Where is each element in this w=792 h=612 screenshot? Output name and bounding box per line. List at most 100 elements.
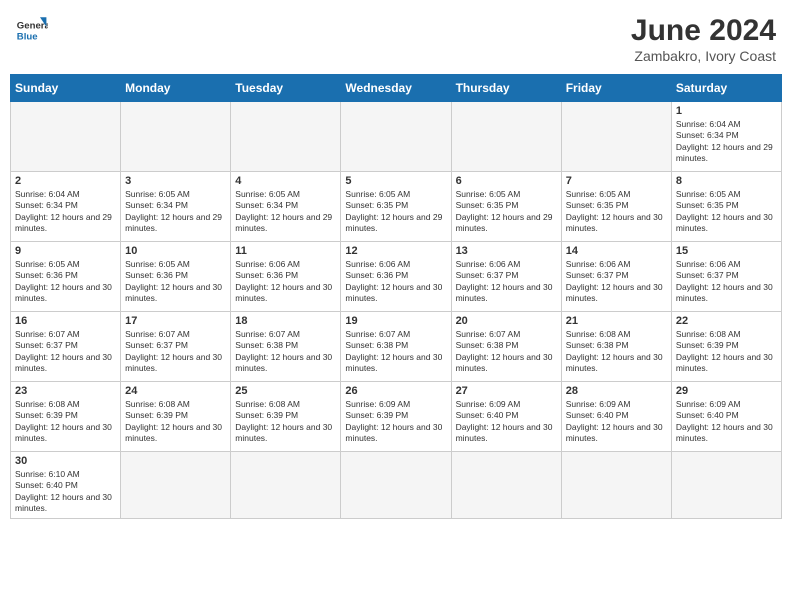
calendar-cell: 6 Sunrise: 6:05 AMSunset: 6:35 PMDaylight… — [451, 172, 561, 242]
day-info: Sunrise: 6:06 AMSunset: 6:37 PMDaylight:… — [566, 259, 667, 305]
calendar-title: June 2024 — [631, 14, 776, 48]
calendar-cell: 13 Sunrise: 6:06 AMSunset: 6:37 PMDayligh… — [451, 242, 561, 312]
day-number: 5 — [345, 175, 446, 187]
calendar-cell: 12 Sunrise: 6:06 AMSunset: 6:36 PMDayligh… — [341, 242, 451, 312]
day-info: Sunrise: 6:07 AMSunset: 6:38 PMDaylight:… — [235, 329, 336, 375]
day-number: 15 — [676, 245, 777, 257]
calendar-cell: 11 Sunrise: 6:06 AMSunset: 6:36 PMDayligh… — [231, 242, 341, 312]
calendar-week-4: 16 Sunrise: 6:07 AMSunset: 6:37 PMDayligh… — [11, 312, 782, 382]
day-number: 4 — [235, 175, 336, 187]
calendar-cell: 17 Sunrise: 6:07 AMSunset: 6:37 PMDayligh… — [121, 312, 231, 382]
day-info: Sunrise: 6:06 AMSunset: 6:37 PMDaylight:… — [456, 259, 557, 305]
calendar-cell — [451, 452, 561, 519]
calendar-cell: 8 Sunrise: 6:05 AMSunset: 6:35 PMDaylight… — [671, 172, 781, 242]
calendar-cell: 5 Sunrise: 6:05 AMSunset: 6:35 PMDaylight… — [341, 172, 451, 242]
calendar-cell: 21Sunrise: 6:08 AMSunset: 6:38 PMDayligh… — [561, 312, 671, 382]
day-number: 30 — [15, 455, 116, 467]
day-info: Sunrise: 6:07 AMSunset: 6:38 PMDaylight:… — [456, 329, 557, 375]
day-info: Sunrise: 6:05 AMSunset: 6:34 PMDaylight:… — [235, 189, 336, 235]
day-number: 14 — [566, 245, 667, 257]
day-number: 22 — [676, 315, 777, 327]
day-number: 16 — [15, 315, 116, 327]
day-number: 27 — [456, 385, 557, 397]
calendar-cell: 29Sunrise: 6:09 AMSunset: 6:40 PMDayligh… — [671, 382, 781, 452]
calendar-cell — [121, 102, 231, 172]
day-info: Sunrise: 6:09 AMSunset: 6:40 PMDaylight:… — [676, 399, 777, 445]
weekday-header-wednesday: Wednesday — [341, 75, 451, 102]
day-info: Sunrise: 6:09 AMSunset: 6:39 PMDaylight:… — [345, 399, 446, 445]
calendar-cell: 25 Sunrise: 6:08 AMSunset: 6:39 PMDayligh… — [231, 382, 341, 452]
calendar-cell: 16 Sunrise: 6:07 AMSunset: 6:37 PMDayligh… — [11, 312, 121, 382]
day-number: 9 — [15, 245, 116, 257]
day-number: 3 — [125, 175, 226, 187]
day-number: 28 — [566, 385, 667, 397]
day-number: 8 — [676, 175, 777, 187]
weekday-header-friday: Friday — [561, 75, 671, 102]
calendar-week-2: 2Sunrise: 6:04 AMSunset: 6:34 PMDaylight… — [11, 172, 782, 242]
day-info: Sunrise: 6:09 AMSunset: 6:40 PMDaylight:… — [566, 399, 667, 445]
weekday-header-sunday: Sunday — [11, 75, 121, 102]
day-info: Sunrise: 6:06 AMSunset: 6:36 PMDaylight:… — [235, 259, 336, 305]
calendar-cell — [451, 102, 561, 172]
logo-icon: GeneralBlue — [16, 14, 48, 46]
calendar-cell: 10 Sunrise: 6:05 AMSunset: 6:36 PMDayligh… — [121, 242, 231, 312]
calendar-cell: 27Sunrise: 6:09 AMSunset: 6:40 PMDayligh… — [451, 382, 561, 452]
day-info: Sunrise: 6:06 AMSunset: 6:37 PMDaylight:… — [676, 259, 777, 305]
day-info: Sunrise: 6:05 AMSunset: 6:35 PMDaylight:… — [345, 189, 446, 235]
calendar-cell: 18 Sunrise: 6:07 AMSunset: 6:38 PMDayligh… — [231, 312, 341, 382]
weekday-header-monday: Monday — [121, 75, 231, 102]
header: GeneralBlue June 2024 Zambakro, Ivory Co… — [10, 10, 782, 68]
calendar-cell: 20 Sunrise: 6:07 AMSunset: 6:38 PMDayligh… — [451, 312, 561, 382]
day-info: Sunrise: 6:05 AMSunset: 6:35 PMDaylight:… — [566, 189, 667, 235]
day-number: 17 — [125, 315, 226, 327]
calendar-cell: 2Sunrise: 6:04 AMSunset: 6:34 PMDaylight… — [11, 172, 121, 242]
day-info: Sunrise: 6:08 AMSunset: 6:39 PMDaylight:… — [235, 399, 336, 445]
day-info: Sunrise: 6:05 AMSunset: 6:36 PMDaylight:… — [125, 259, 226, 305]
day-info: Sunrise: 6:06 AMSunset: 6:36 PMDaylight:… — [345, 259, 446, 305]
calendar-cell: 1 Sunrise: 6:04 AMSunset: 6:34 PMDaylight… — [671, 102, 781, 172]
day-number: 25 — [235, 385, 336, 397]
day-info: Sunrise: 6:05 AMSunset: 6:35 PMDaylight:… — [676, 189, 777, 235]
day-info: Sunrise: 6:04 AMSunset: 6:34 PMDaylight:… — [676, 119, 777, 165]
day-number: 13 — [456, 245, 557, 257]
calendar-cell: 23 Sunrise: 6:08 AMSunset: 6:39 PMDayligh… — [11, 382, 121, 452]
calendar-cell — [561, 452, 671, 519]
calendar-subtitle: Zambakro, Ivory Coast — [631, 48, 776, 64]
calendar-cell: 4 Sunrise: 6:05 AMSunset: 6:34 PMDaylight… — [231, 172, 341, 242]
day-info: Sunrise: 6:10 AMSunset: 6:40 PMDaylight:… — [15, 469, 116, 515]
weekday-header-row: SundayMondayTuesdayWednesdayThursdayFrid… — [11, 75, 782, 102]
day-number: 20 — [456, 315, 557, 327]
calendar-cell: 15 Sunrise: 6:06 AMSunset: 6:37 PMDayligh… — [671, 242, 781, 312]
day-number: 7 — [566, 175, 667, 187]
svg-text:Blue: Blue — [17, 32, 38, 43]
day-number: 23 — [15, 385, 116, 397]
day-number: 11 — [235, 245, 336, 257]
day-info: Sunrise: 6:04 AMSunset: 6:34 PMDaylight:… — [15, 189, 116, 235]
day-number: 24 — [125, 385, 226, 397]
calendar-cell — [561, 102, 671, 172]
calendar-cell: 14 Sunrise: 6:06 AMSunset: 6:37 PMDayligh… — [561, 242, 671, 312]
day-number: 1 — [676, 105, 777, 117]
day-info: Sunrise: 6:05 AMSunset: 6:36 PMDaylight:… — [15, 259, 116, 305]
calendar-week-1: 1 Sunrise: 6:04 AMSunset: 6:34 PMDaylight… — [11, 102, 782, 172]
calendar-week-5: 23 Sunrise: 6:08 AMSunset: 6:39 PMDayligh… — [11, 382, 782, 452]
day-info: Sunrise: 6:08 AMSunset: 6:39 PMDaylight:… — [15, 399, 116, 445]
calendar-week-3: 9 Sunrise: 6:05 AMSunset: 6:36 PMDaylight… — [11, 242, 782, 312]
calendar-cell — [341, 452, 451, 519]
calendar-cell — [671, 452, 781, 519]
day-number: 10 — [125, 245, 226, 257]
calendar-cell: 30 Sunrise: 6:10 AMSunset: 6:40 PMDayligh… — [11, 452, 121, 519]
day-number: 26 — [345, 385, 446, 397]
calendar-cell: 3 Sunrise: 6:05 AMSunset: 6:34 PMDaylight… — [121, 172, 231, 242]
day-info: Sunrise: 6:07 AMSunset: 6:37 PMDaylight:… — [15, 329, 116, 375]
calendar-table: SundayMondayTuesdayWednesdayThursdayFrid… — [10, 74, 782, 519]
weekday-header-tuesday: Tuesday — [231, 75, 341, 102]
day-number: 6 — [456, 175, 557, 187]
day-info: Sunrise: 6:05 AMSunset: 6:35 PMDaylight:… — [456, 189, 557, 235]
calendar-cell: 19Sunrise: 6:07 AMSunset: 6:38 PMDayligh… — [341, 312, 451, 382]
day-number: 12 — [345, 245, 446, 257]
day-info: Sunrise: 6:05 AMSunset: 6:34 PMDaylight:… — [125, 189, 226, 235]
calendar-cell: 26 Sunrise: 6:09 AMSunset: 6:39 PMDayligh… — [341, 382, 451, 452]
day-number: 18 — [235, 315, 336, 327]
day-info: Sunrise: 6:07 AMSunset: 6:37 PMDaylight:… — [125, 329, 226, 375]
